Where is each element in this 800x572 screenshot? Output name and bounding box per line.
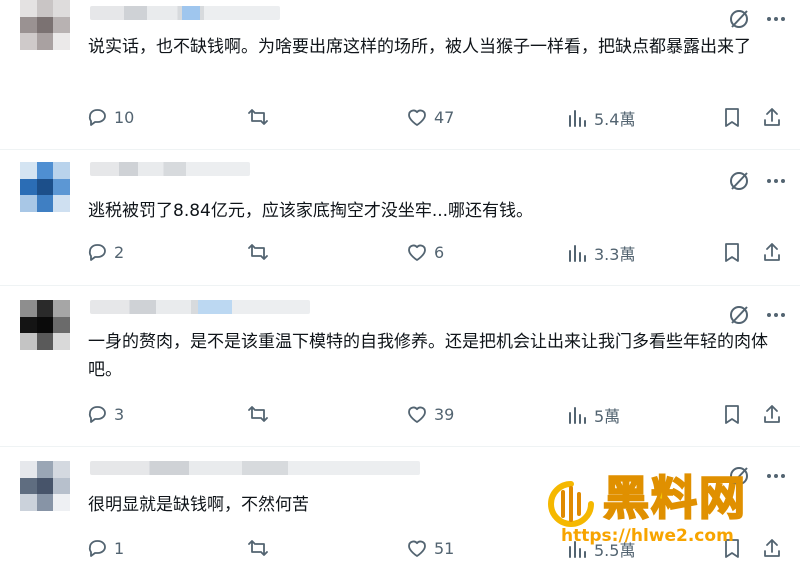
bookmark-icon	[722, 537, 742, 559]
share-button[interactable]	[762, 403, 782, 425]
grok-icon[interactable]	[728, 304, 750, 326]
like-button[interactable]: 6	[406, 241, 444, 263]
author-name-blurred[interactable]	[90, 162, 250, 176]
heart-icon	[406, 403, 428, 425]
bookmark-button[interactable]	[722, 241, 742, 263]
repost-icon	[246, 241, 270, 263]
share-button[interactable]	[762, 106, 782, 128]
reply-count: 3	[114, 404, 125, 424]
repost-icon	[246, 106, 270, 128]
like-count: 51	[434, 538, 455, 558]
reply-feed: 说实话，也不缺钱啊。为啥要出席这样的场所，被人当猴子一样看，把缺点都暴露出来了 …	[0, 0, 800, 572]
action-bar: 1 51 5.5萬	[86, 537, 786, 561]
bookmark-button[interactable]	[722, 106, 742, 128]
reply-icon	[86, 403, 108, 425]
more-icon[interactable]	[766, 466, 786, 486]
bookmark-icon	[722, 241, 742, 263]
grok-icon[interactable]	[728, 170, 750, 192]
like-button[interactable]: 39	[406, 403, 454, 425]
reply-count: 2	[114, 242, 125, 262]
views-icon	[566, 242, 588, 264]
reply-icon	[86, 537, 108, 559]
heart-icon	[406, 106, 428, 128]
author-name-blurred[interactable]	[90, 300, 310, 314]
action-bar: 10 47 5.4萬	[86, 106, 786, 130]
repost-button[interactable]	[246, 106, 270, 128]
views-icon	[566, 107, 588, 129]
grok-icon[interactable]	[728, 8, 750, 30]
views-button[interactable]: 5.5萬	[566, 537, 635, 561]
heart-icon	[406, 537, 428, 559]
action-bar: 3 39 5萬	[86, 403, 786, 427]
share-icon	[762, 537, 782, 559]
avatar[interactable]	[20, 0, 70, 50]
view-count: 5.4萬	[594, 110, 636, 129]
share-icon	[762, 106, 782, 128]
share-icon	[762, 403, 782, 425]
action-bar: 2 6 3.3萬	[86, 241, 786, 265]
repost-button[interactable]	[246, 241, 270, 263]
reply-button[interactable]: 10	[86, 106, 134, 128]
more-icon[interactable]	[766, 9, 786, 29]
more-icon[interactable]	[766, 171, 786, 191]
author-name-blurred[interactable]	[90, 6, 280, 20]
bookmark-icon	[722, 106, 742, 128]
post-text: 一身的赘肉，是不是该重温下模特的自我修养。还是把机会让出来让我门多看些年轻的肉体…	[88, 332, 768, 380]
reply-post[interactable]: 说实话，也不缺钱啊。为啥要出席这样的场所，被人当猴子一样看，把缺点都暴露出来了 …	[0, 0, 800, 150]
reply-post[interactable]: 逃税被罚了8.84亿元，应该家底掏空才没坐牢...哪还有钱。 2 6 3.3萬	[0, 150, 800, 285]
views-button[interactable]: 5.4萬	[566, 106, 635, 130]
repost-button[interactable]	[246, 403, 270, 425]
post-text: 很明显就是缺钱啊，不然何苦	[88, 495, 309, 515]
reply-icon	[86, 241, 108, 263]
reply-button[interactable]: 1	[86, 537, 124, 559]
avatar[interactable]	[20, 162, 70, 212]
view-count: 3.3萬	[594, 245, 636, 264]
post-text: 说实话，也不缺钱啊。为啥要出席这样的场所，被人当猴子一样看，把缺点都暴露出来了	[88, 37, 751, 57]
repost-icon	[246, 403, 270, 425]
like-button[interactable]: 51	[406, 537, 454, 559]
view-count: 5.5萬	[594, 541, 636, 560]
like-count: 6	[434, 242, 445, 262]
like-count: 39	[434, 404, 455, 424]
grok-icon[interactable]	[728, 465, 750, 487]
views-button[interactable]: 3.3萬	[566, 241, 635, 265]
post-text: 逃税被罚了8.84亿元，应该家底掏空才没坐牢...哪还有钱。	[88, 201, 534, 221]
like-count: 47	[434, 107, 455, 127]
reply-post[interactable]: 一身的赘肉，是不是该重温下模特的自我修养。还是把机会让出来让我门多看些年轻的肉体…	[0, 286, 800, 446]
repost-button[interactable]	[246, 537, 270, 559]
reply-count: 1	[114, 538, 125, 558]
reply-button[interactable]: 3	[86, 403, 124, 425]
more-icon[interactable]	[766, 305, 786, 325]
avatar[interactable]	[20, 461, 70, 511]
reply-icon	[86, 106, 108, 128]
like-button[interactable]: 47	[406, 106, 454, 128]
repost-icon	[246, 537, 270, 559]
heart-icon	[406, 241, 428, 263]
view-count: 5萬	[594, 407, 621, 426]
author-name-blurred[interactable]	[90, 461, 420, 475]
views-icon	[566, 404, 588, 426]
reply-post[interactable]: 很明显就是缺钱啊，不然何苦 1 51 5.5萬	[0, 447, 800, 572]
reply-count: 10	[114, 107, 135, 127]
bookmark-button[interactable]	[722, 537, 742, 559]
views-icon	[566, 538, 588, 560]
views-button[interactable]: 5萬	[566, 403, 620, 427]
share-button[interactable]	[762, 537, 782, 559]
share-button[interactable]	[762, 241, 782, 263]
bookmark-icon	[722, 403, 742, 425]
share-icon	[762, 241, 782, 263]
bookmark-button[interactable]	[722, 403, 742, 425]
avatar[interactable]	[20, 300, 70, 350]
reply-button[interactable]: 2	[86, 241, 124, 263]
